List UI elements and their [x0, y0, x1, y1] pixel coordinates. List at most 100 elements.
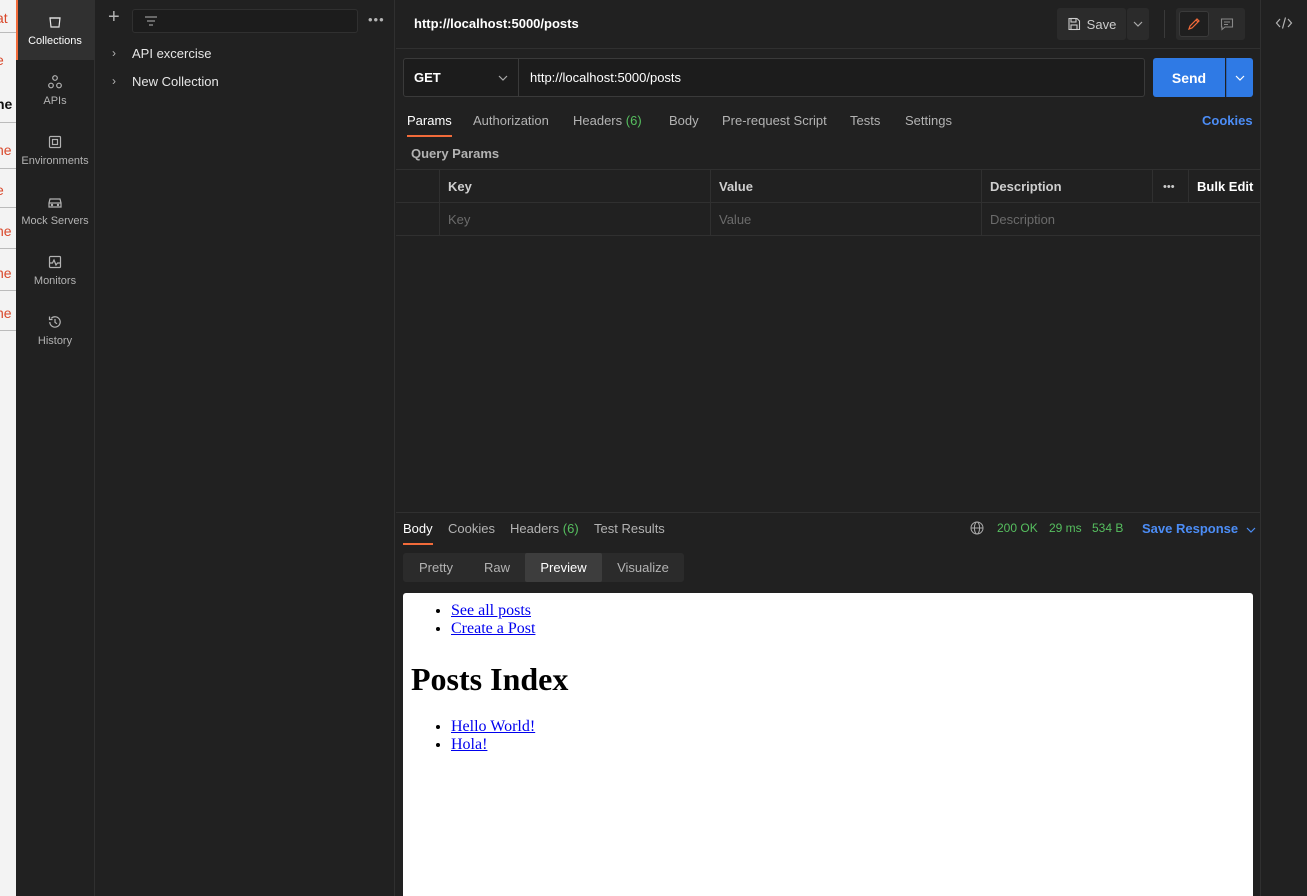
method-select[interactable]: GET: [403, 58, 519, 97]
rail-item-label: Mock Servers: [21, 214, 89, 227]
param-description-input[interactable]: Description: [981, 203, 1260, 236]
chevron-down-icon: [498, 75, 508, 81]
param-key-input[interactable]: Key: [439, 203, 711, 236]
right-context-bar: [1260, 0, 1307, 896]
bulk-edit-button[interactable]: Bulk Edit: [1188, 170, 1260, 203]
rail-item-history[interactable]: History: [16, 300, 94, 360]
status-code[interactable]: 200 OK: [997, 521, 1038, 535]
collection-item[interactable]: › New Collection: [96, 67, 395, 95]
rail-item-mock-servers[interactable]: Mock Servers: [16, 180, 94, 240]
tab-response-headers[interactable]: Headers (6): [510, 521, 579, 536]
tab-settings[interactable]: Settings: [905, 113, 952, 128]
rail-item-collections[interactable]: Collections: [16, 0, 94, 60]
bg-fragment: he: [0, 265, 12, 281]
edit-mode-button[interactable]: [1179, 11, 1209, 37]
tab-body[interactable]: Body: [669, 113, 699, 128]
response-headers-count: (6): [562, 521, 579, 536]
table-header-row: Key Value Description ••• Bulk Edit: [396, 170, 1260, 203]
view-tab-preview[interactable]: Preview: [525, 553, 602, 582]
collection-item[interactable]: › API excercise: [96, 39, 395, 67]
method-value: GET: [414, 70, 441, 85]
response-time[interactable]: 29 ms: [1049, 521, 1082, 535]
query-params-label: Query Params: [411, 146, 500, 161]
chevron-down-icon: [1246, 527, 1256, 533]
column-options-icon[interactable]: •••: [1152, 170, 1189, 203]
bg-fragment: at: [0, 10, 8, 26]
chevron-down-icon: [1133, 21, 1143, 27]
bg-fragment: he: [0, 305, 12, 321]
save-response-label: Save Response: [1142, 521, 1239, 536]
url-input[interactable]: http://localhost:5000/posts: [518, 58, 1145, 97]
tab-response-body[interactable]: Body: [403, 521, 433, 545]
background-window-strip: at e he he e he he he: [0, 0, 16, 896]
param-value-input[interactable]: Value: [710, 203, 982, 236]
save-options-button[interactable]: [1127, 8, 1149, 40]
rail-item-label: Environments: [21, 154, 89, 167]
tab-test-results[interactable]: Test Results: [594, 521, 665, 536]
filter-icon: [145, 16, 157, 26]
bg-fragment: e: [0, 52, 4, 68]
bg-fragment: e: [0, 182, 4, 198]
collections-icon: [49, 16, 61, 28]
request-tabs: Params Authorization Headers (6) Body Pr…: [396, 110, 1260, 138]
list-item: Hello World!: [451, 718, 535, 736]
sidebar-toolbar: + •••: [96, 6, 395, 34]
list-item: Create a Post: [451, 620, 535, 638]
comments-button[interactable]: [1212, 11, 1242, 37]
history-icon: [48, 315, 61, 328]
response-divider[interactable]: [396, 512, 1260, 513]
tab-authorization[interactable]: Authorization: [473, 113, 549, 128]
preview-nav-list: See all posts Create a Post: [427, 602, 535, 638]
pencil-icon: [1188, 18, 1200, 30]
tab-params[interactable]: Params: [407, 113, 452, 137]
send-button[interactable]: Send: [1153, 58, 1225, 97]
divider: [1164, 10, 1165, 38]
params-table: Key Value Description ••• Bulk Edit Key …: [396, 169, 1260, 236]
table-row: Key Value Description: [396, 203, 1260, 236]
mode-toggle: [1176, 8, 1245, 40]
see-all-posts-link[interactable]: See all posts: [451, 602, 531, 619]
response-size[interactable]: 534 B: [1092, 521, 1123, 535]
rail-item-environments[interactable]: Environments: [16, 120, 94, 180]
save-label: Save: [1086, 16, 1117, 32]
column-header-value: Value: [710, 170, 982, 203]
tab-prerequest-script[interactable]: Pre-request Script: [722, 113, 827, 128]
send-options-button[interactable]: [1226, 58, 1253, 97]
chevron-right-icon[interactable]: ›: [96, 74, 132, 88]
tab-response-cookies[interactable]: Cookies: [448, 521, 495, 536]
response-preview: See all posts Create a Post Posts Index …: [403, 593, 1253, 896]
environments-icon: [48, 135, 62, 148]
chevron-right-icon[interactable]: ›: [96, 46, 132, 60]
code-icon[interactable]: [1275, 15, 1293, 31]
request-title[interactable]: http://localhost:5000/posts: [414, 16, 579, 31]
save-response-button[interactable]: Save Response: [1142, 521, 1256, 536]
bg-fragment: he: [0, 142, 12, 158]
filter-input[interactable]: [132, 9, 358, 33]
view-tab-raw[interactable]: Raw: [469, 553, 525, 582]
save-button[interactable]: Save: [1057, 8, 1126, 40]
new-collection-plus-icon[interactable]: +: [108, 7, 124, 27]
rail-item-label: Monitors: [33, 274, 77, 287]
list-item: See all posts: [451, 602, 535, 620]
divider: [396, 48, 1260, 49]
view-tab-pretty[interactable]: Pretty: [403, 553, 469, 582]
headers-count: (6): [625, 113, 642, 128]
post-link[interactable]: Hello World!: [451, 718, 535, 735]
column-header-description: Description: [981, 170, 1153, 203]
create-post-link[interactable]: Create a Post: [451, 620, 535, 637]
cookies-link[interactable]: Cookies: [1202, 113, 1253, 128]
post-link[interactable]: Hola!: [451, 736, 487, 753]
comment-icon: [1220, 18, 1234, 31]
tab-tests[interactable]: Tests: [850, 113, 880, 128]
chevron-down-icon: [1235, 75, 1245, 81]
apis-icon: [48, 74, 62, 88]
tab-headers[interactable]: Headers (6): [573, 113, 642, 128]
view-tab-visualize[interactable]: Visualize: [602, 553, 684, 582]
rail-item-apis[interactable]: APIs: [16, 60, 94, 120]
rail-item-monitors[interactable]: Monitors: [16, 240, 94, 300]
column-header-key: Key: [439, 170, 711, 203]
collection-label: API excercise: [132, 45, 212, 61]
more-options-icon[interactable]: •••: [368, 12, 385, 27]
list-item: Hola!: [451, 736, 535, 754]
globe-icon[interactable]: [970, 521, 984, 535]
